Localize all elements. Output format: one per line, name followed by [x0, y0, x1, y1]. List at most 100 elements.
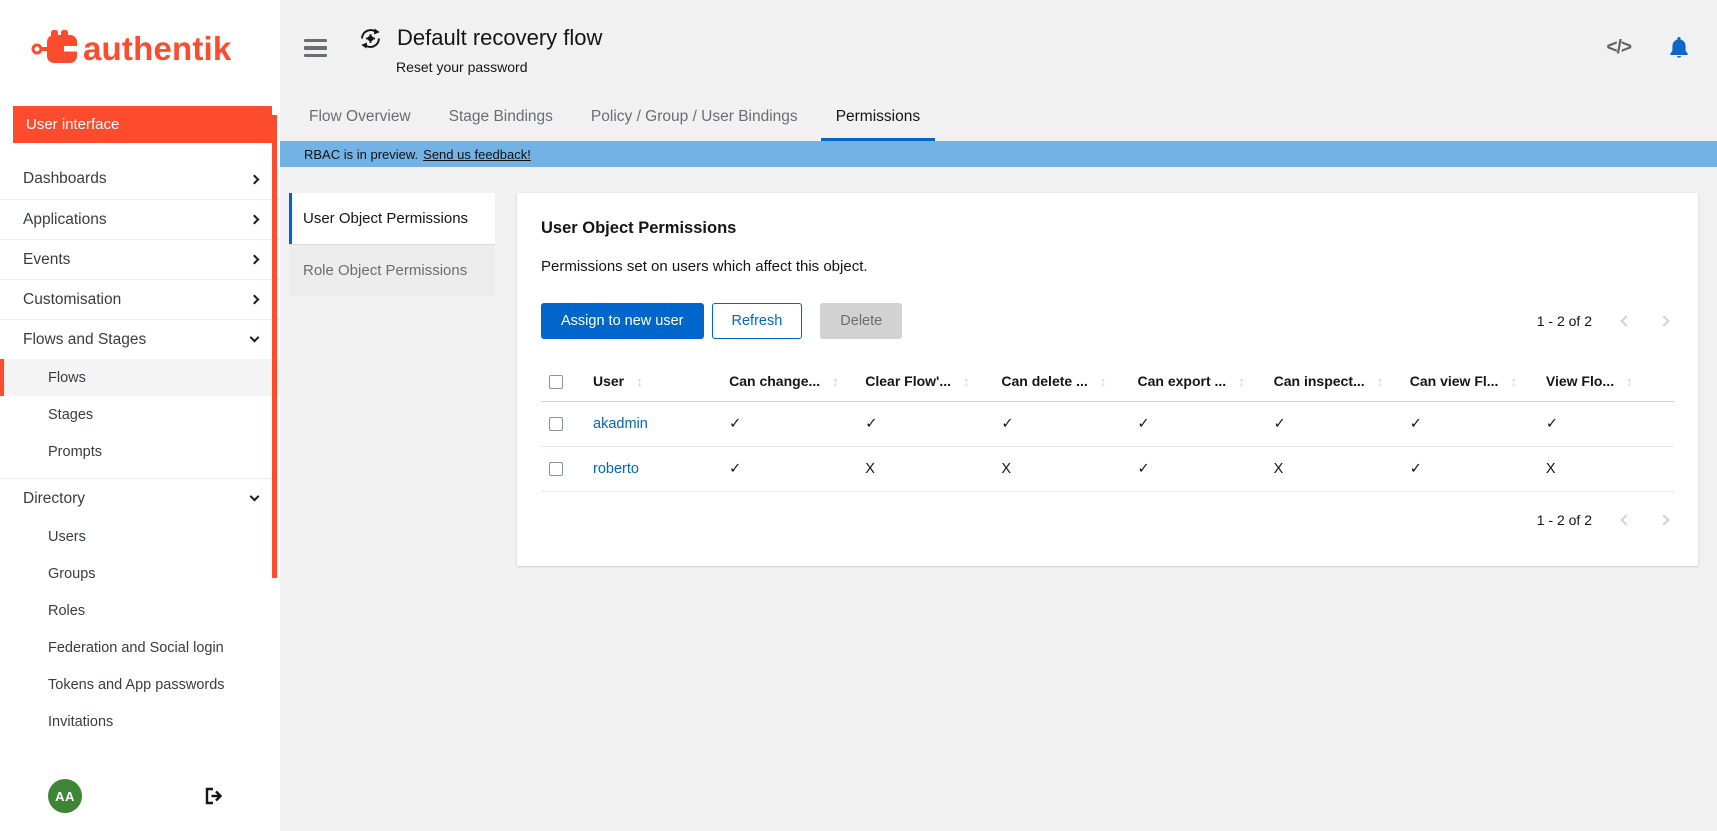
- hamburger-menu-icon[interactable]: [304, 39, 327, 58]
- app-window: authentik User interface Dashboards Appl…: [0, 0, 1717, 831]
- sidebar-item-user-interface[interactable]: User interface: [13, 106, 272, 143]
- chevron-left-icon[interactable]: [1620, 515, 1631, 526]
- sort-icon[interactable]: ↕: [963, 374, 970, 389]
- col-header-label: View Flo...: [1546, 373, 1614, 389]
- sidebar-item-flows[interactable]: Flows: [0, 359, 280, 396]
- permission-cell: ✓: [1402, 402, 1538, 447]
- sort-icon[interactable]: ↕: [1377, 374, 1384, 389]
- col-header-label: Can export ...: [1138, 373, 1227, 389]
- permission-cell: ✓: [1538, 402, 1674, 447]
- permission-subtabs: User Object Permissions Role Object Perm…: [289, 193, 495, 296]
- sidebar-item-tokens-and-app-passwords[interactable]: Tokens and App passwords: [0, 666, 280, 703]
- sidebar-item-label: Directory: [23, 490, 85, 508]
- permission-cell: ✓: [1402, 447, 1538, 492]
- row-checkbox[interactable]: [549, 417, 563, 431]
- sort-icon[interactable]: ↕: [1626, 374, 1633, 389]
- col-header-label: User: [593, 373, 624, 389]
- feedback-link[interactable]: Send us feedback!: [423, 147, 531, 162]
- user-cell: roberto: [585, 447, 721, 492]
- flow-process-icon: [359, 27, 382, 50]
- user-link[interactable]: roberto: [593, 461, 639, 477]
- rbac-preview-banner: RBAC is in preview. Send us feedback!: [280, 141, 1717, 167]
- logout-icon[interactable]: [204, 787, 224, 805]
- delete-button[interactable]: Delete: [820, 303, 902, 339]
- permission-cell: ✓: [1266, 402, 1402, 447]
- sidebar: authentik User interface Dashboards Appl…: [0, 0, 280, 831]
- sidebar-item-flows-and-stages[interactable]: Flows and Stages: [0, 319, 280, 359]
- row-select-cell: [541, 447, 585, 492]
- tab-policy-group-user-bindings[interactable]: Policy / Group / User Bindings: [576, 96, 813, 141]
- sidebar-item-label: Invitations: [48, 714, 113, 730]
- authentik-logo[interactable]: authentik: [0, 0, 280, 72]
- subtab-user-object-permissions[interactable]: User Object Permissions: [289, 193, 495, 244]
- sidebar-scrollbar-thumb[interactable]: [272, 115, 277, 578]
- main-area: Default recovery flow Reset your passwor…: [280, 0, 1717, 831]
- pagination-bottom: 1 - 2 of 2: [1537, 512, 1674, 528]
- masthead-actions: </>: [1607, 37, 1699, 59]
- select-all-checkbox[interactable]: [549, 375, 563, 389]
- permission-cell: ✓: [721, 402, 857, 447]
- tab-stage-bindings[interactable]: Stage Bindings: [434, 96, 568, 141]
- sort-icon[interactable]: ↕: [1510, 374, 1517, 389]
- sidebar-item-federation-and-social-login[interactable]: Federation and Social login: [0, 629, 280, 666]
- sidebar-item-directory[interactable]: Directory: [0, 478, 280, 518]
- col-header-can-delete: Can delete ... ↕: [993, 363, 1129, 402]
- sidebar-item-prompts[interactable]: Prompts: [0, 433, 280, 470]
- sort-icon[interactable]: ↕: [636, 374, 643, 389]
- chevron-right-icon[interactable]: [1658, 515, 1669, 526]
- sidebar-item-roles[interactable]: Roles: [0, 592, 280, 629]
- col-header-view-flow: View Flo... ↕: [1538, 363, 1674, 402]
- col-header-label: Can delete ...: [1001, 373, 1087, 389]
- sidebar-item-label: Prompts: [48, 444, 102, 460]
- avatar[interactable]: AA: [48, 779, 82, 813]
- sort-icon[interactable]: ↕: [1100, 374, 1107, 389]
- sidebar-item-groups[interactable]: Groups: [0, 555, 280, 592]
- permission-cell: ✓: [1130, 402, 1266, 447]
- page-title: Default recovery flow: [397, 25, 602, 51]
- sidebar-item-label: Stages: [48, 407, 93, 423]
- table-header-row: User↕ Can change...↕ Clear Flow'...↕ Can…: [541, 363, 1674, 402]
- row-select-cell: [541, 402, 585, 447]
- card-description: Permissions set on users which affect th…: [541, 258, 1674, 275]
- chevron-right-icon: [250, 174, 260, 184]
- sort-icon[interactable]: ↕: [832, 374, 839, 389]
- sidebar-item-label: Applications: [23, 211, 107, 229]
- sidebar-item-label: Tokens and App passwords: [48, 677, 225, 693]
- sidebar-item-events[interactable]: Events: [0, 239, 280, 279]
- row-checkbox[interactable]: [549, 462, 563, 476]
- logo-wordmark: authentik: [83, 30, 231, 68]
- chevron-left-icon[interactable]: [1620, 315, 1631, 326]
- permission-cell: ✓: [1130, 447, 1266, 492]
- notifications-bell-icon[interactable]: [1669, 37, 1689, 59]
- col-header-can-change: Can change...↕: [721, 363, 857, 402]
- user-link[interactable]: akadmin: [593, 416, 648, 432]
- chevron-right-icon: [250, 215, 260, 225]
- tab-flow-overview[interactable]: Flow Overview: [294, 96, 426, 141]
- sidebar-item-customisation[interactable]: Customisation: [0, 279, 280, 319]
- toolbar: Assign to new user Refresh Delete 1 - 2 …: [541, 303, 1674, 339]
- col-header-label: Can view Fl...: [1410, 373, 1499, 389]
- chevron-down-icon: [250, 333, 260, 343]
- chevron-right-icon[interactable]: [1658, 315, 1669, 326]
- table-row: roberto ✓ X X ✓ X ✓ X: [541, 447, 1674, 492]
- assign-to-new-user-button[interactable]: Assign to new user: [541, 303, 704, 339]
- tab-permissions[interactable]: Permissions: [821, 96, 935, 141]
- refresh-button[interactable]: Refresh: [712, 303, 803, 339]
- sidebar-item-applications[interactable]: Applications: [0, 199, 280, 239]
- sidebar-item-label: Events: [23, 251, 70, 269]
- sidebar-item-invitations[interactable]: Invitations: [0, 703, 280, 740]
- user-object-permissions-card: User Object Permissions Permissions set …: [517, 193, 1698, 566]
- chevron-right-icon: [250, 255, 260, 265]
- sidebar-item-label: Groups: [48, 566, 96, 582]
- api-code-icon[interactable]: </>: [1607, 37, 1631, 59]
- authentik-key-icon: [30, 26, 82, 72]
- subtab-role-object-permissions[interactable]: Role Object Permissions: [289, 244, 495, 296]
- col-header-can-export: Can export ... ↕: [1130, 363, 1266, 402]
- sidebar-item-dashboards[interactable]: Dashboards: [0, 159, 280, 199]
- sidebar-item-stages[interactable]: Stages: [0, 396, 280, 433]
- permission-cell: ✓: [857, 402, 993, 447]
- page-title-block: Default recovery flow Reset your passwor…: [359, 25, 602, 75]
- sidebar-item-users[interactable]: Users: [0, 518, 280, 555]
- sort-icon[interactable]: ↕: [1238, 374, 1245, 389]
- sidebar-item-label: Federation and Social login: [48, 640, 224, 656]
